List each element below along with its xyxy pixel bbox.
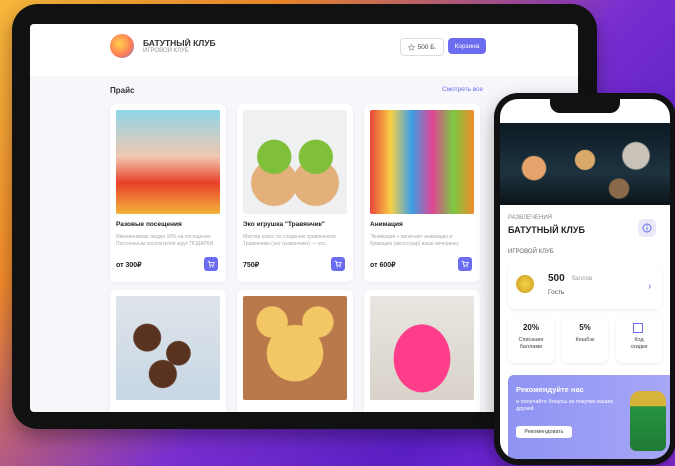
add-to-cart-button[interactable]: [458, 257, 472, 271]
tile-discount-code[interactable]: Код скидки: [616, 315, 662, 363]
recommend-banner: Рекомендуйте нас и получайте бонусы за п…: [508, 375, 670, 459]
tile-value: 20%: [522, 323, 539, 332]
product-title: Анимация: [370, 221, 403, 228]
points-pill-label: 500 Б.: [417, 43, 437, 51]
brand-logo[interactable]: [110, 34, 134, 58]
qr-code-icon: [633, 323, 643, 333]
tablet-header: БАТУТНЫЙ КЛУБ ИГРОВОЙ КЛУБ 500 Б. Корзин…: [30, 24, 578, 76]
brand-subtitle: ИГРОВОЙ КЛУБ: [143, 48, 189, 54]
points-card[interactable]: 500 баллов Гость ›: [508, 265, 662, 309]
banner-text: и получайте бонусы за покупки ваших друз…: [516, 399, 614, 412]
product-title: Эко игрушка "Травянчик": [243, 221, 325, 228]
product-description: Мастер класс по созданию травянчиков Тра…: [243, 234, 336, 247]
banner-title: Рекомендуйте нас: [516, 385, 584, 394]
coin-pot-illustration: [630, 391, 666, 451]
chevron-right-icon: ›: [648, 281, 652, 292]
tile-label: Списание баллами: [518, 337, 544, 350]
product-card[interactable]: Эко игрушка "Травянчик" Мастер класс по …: [237, 104, 353, 282]
product-card[interactable]: Анимация "Анимация + включает анимацию и…: [364, 104, 480, 282]
product-price: от 300₽: [116, 262, 142, 269]
cart-button[interactable]: Корзина: [448, 38, 486, 54]
brand-name: БАТУТНЫЙ КЛУБ: [143, 38, 216, 48]
product-image: [243, 110, 347, 214]
club-category: РАЗВЛЕЧЕНИЯ: [508, 215, 553, 221]
product-image: [370, 110, 474, 214]
product-image: [116, 296, 220, 400]
product-card[interactable]: [237, 290, 353, 412]
tile-writeoff[interactable]: 20% Списание баллами: [508, 315, 554, 363]
product-image: [243, 296, 347, 400]
phone-device: РАЗВЛЕЧЕНИЯ БАТУТНЫЙ КЛУБ ИГРОВОЙ КЛУБ 5…: [494, 93, 675, 465]
product-image: [116, 110, 220, 214]
tile-cashback[interactable]: 5% Кешбэк: [562, 315, 608, 363]
cart-icon: [334, 260, 342, 268]
recommend-button[interactable]: Рекомендовать: [516, 426, 572, 438]
tile-label: Кешбэк: [575, 337, 595, 343]
hero-image: [500, 123, 670, 205]
product-price: 750₽: [243, 262, 260, 269]
points-pill[interactable]: 500 Б.: [400, 38, 444, 56]
cart-icon: [207, 260, 215, 268]
points-value: 500: [548, 273, 565, 284]
club-subtitle: ИГРОВОЙ КЛУБ: [508, 249, 554, 255]
info-button[interactable]: [638, 219, 656, 237]
product-card[interactable]: Разовые посещения Именинникам скидка 10%…: [110, 104, 226, 282]
add-to-cart-button[interactable]: [331, 257, 345, 271]
info-icon: [642, 223, 652, 233]
tile-label: Код скидки: [630, 337, 648, 350]
product-card[interactable]: [110, 290, 226, 412]
tile-value: 5%: [579, 323, 591, 332]
points-status: Гость: [548, 289, 565, 296]
product-title: Разовые посещения: [116, 221, 182, 228]
benefit-tiles: 20% Списание баллами 5% Кешбэк Код скидки: [508, 315, 662, 365]
phone-screen: РАЗВЛЕЧЕНИЯ БАТУТНЫЙ КЛУБ ИГРОВОЙ КЛУБ 5…: [500, 99, 670, 459]
product-description: Именинникам скидка 10% на посещение Пост…: [116, 234, 214, 247]
phone-notch: [550, 99, 620, 113]
club-title: БАТУТНЫЙ КЛУБ: [508, 225, 585, 235]
product-description: "Анимация + включает анимацию и буквацию…: [370, 234, 459, 247]
cart-icon: [461, 260, 469, 268]
points-unit: баллов: [572, 276, 593, 282]
star-icon: [407, 43, 415, 51]
medal-icon: [516, 275, 534, 293]
product-price: от 600₽: [370, 262, 396, 269]
product-image: [370, 296, 474, 400]
add-to-cart-button[interactable]: [204, 257, 218, 271]
section-title: Прайс: [110, 86, 135, 95]
see-all-link[interactable]: Смотреть все: [442, 86, 483, 93]
product-card[interactable]: [364, 290, 480, 412]
